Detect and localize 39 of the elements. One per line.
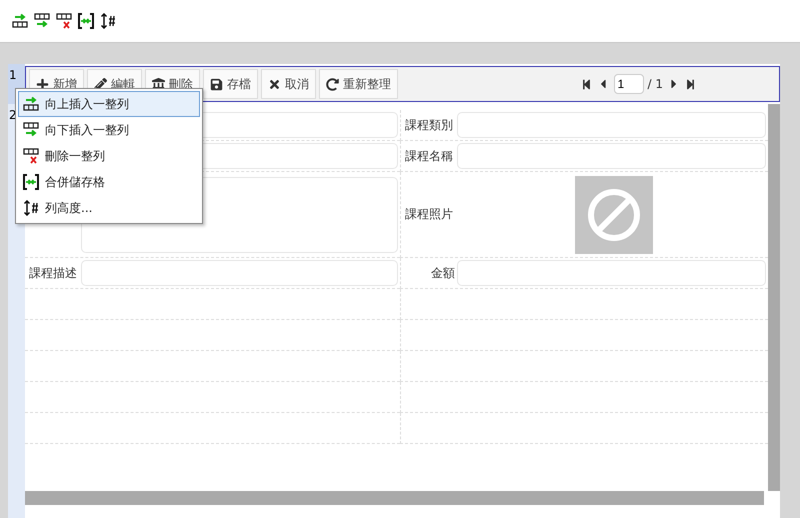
row-height-icon: [23, 200, 39, 216]
scrollbar[interactable]: [768, 104, 780, 491]
input-field[interactable]: [457, 112, 766, 138]
field-label: 課程類別: [405, 116, 454, 134]
menu-item[interactable]: 向上插入一整列: [18, 91, 200, 117]
merge-cells-icon[interactable]: [78, 13, 94, 29]
delete-row-icon: [23, 148, 39, 164]
page-total: / 1: [648, 77, 663, 91]
first-page-icon[interactable]: [580, 78, 592, 90]
insert-row-above-icon: [23, 96, 39, 112]
image-placeholder-icon: [575, 176, 653, 254]
menu-item[interactable]: 列高度...: [18, 195, 200, 221]
menu-item[interactable]: 刪除一整列: [18, 143, 200, 169]
field-label: 課程名稱: [405, 148, 454, 164]
save-icon: [210, 78, 223, 90]
scrollbar[interactable]: [25, 491, 764, 505]
row-number: 1: [9, 68, 17, 82]
row-height-icon[interactable]: [100, 13, 116, 29]
refresh-button[interactable]: 重新整理: [319, 69, 398, 99]
input-field[interactable]: [457, 143, 766, 169]
insert-row-below-icon: [23, 122, 39, 138]
menu-item[interactable]: 合併儲存格: [18, 169, 200, 195]
close-icon: [268, 78, 281, 90]
field-label: 金額: [430, 264, 455, 282]
insert-row-below-icon[interactable]: [34, 13, 50, 29]
page-input[interactable]: 1: [614, 74, 644, 94]
merge-cells-icon: [23, 174, 39, 190]
field-label: 課程描述: [29, 264, 78, 282]
input-field[interactable]: [81, 260, 398, 286]
refresh-icon: [326, 78, 339, 90]
input-field[interactable]: [457, 260, 766, 286]
menu-item[interactable]: 向下插入一整列: [18, 117, 200, 143]
field-label: 課程照片: [405, 206, 454, 223]
delete-row-icon[interactable]: [56, 13, 72, 29]
insert-row-above-icon[interactable]: [12, 13, 28, 29]
pencil-icon: [94, 78, 107, 90]
last-page-icon[interactable]: [685, 78, 696, 90]
cancel-button[interactable]: 取消: [261, 69, 316, 99]
save-button[interactable]: 存檔: [203, 69, 258, 99]
